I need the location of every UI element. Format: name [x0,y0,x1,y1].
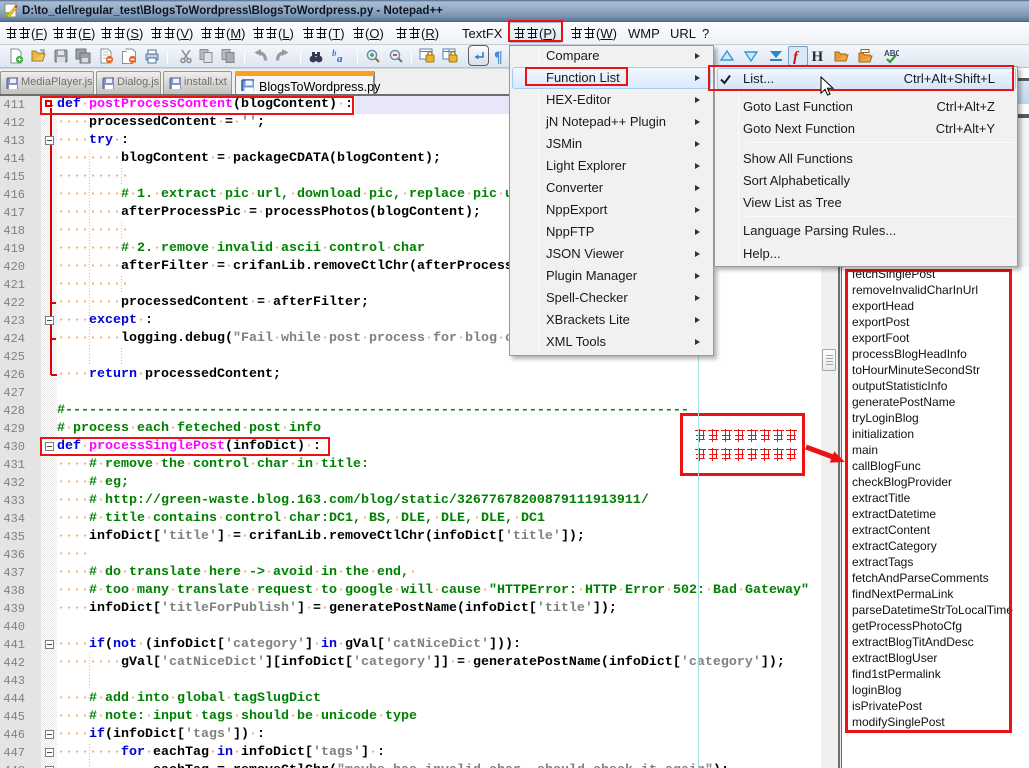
svg-text:a: a [337,53,343,64]
svg-text:¶: ¶ [494,49,503,64]
svg-text:f: f [793,50,800,65]
svg-text:ABC: ABC [884,49,899,58]
svg-text:H: H [812,49,824,64]
